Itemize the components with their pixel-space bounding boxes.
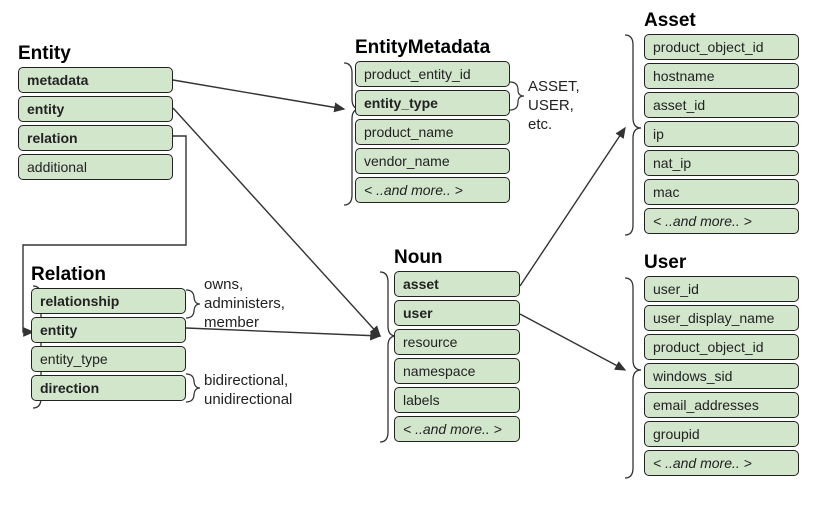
relation-title: Relation: [31, 264, 186, 286]
noun-row-labels: labels: [394, 387, 520, 413]
relation-row-entity-type: entity_type: [31, 346, 186, 372]
noun-box: Noun asset user resource namespace label…: [394, 247, 520, 445]
entity-box: Entity metadata entity relation addition…: [18, 43, 173, 183]
asset-row-asset-id: asset_id: [644, 92, 799, 118]
user-box: User user_id user_display_name product_o…: [644, 252, 799, 479]
asset-box: Asset product_object_id hostname asset_i…: [644, 10, 799, 237]
relation-row-entity: entity: [31, 317, 186, 343]
anno-entity-type: ASSET, USER, etc.: [528, 78, 580, 134]
entitymetadata-title: EntityMetadata: [355, 37, 510, 59]
entity-row-metadata: metadata: [18, 67, 173, 93]
em-row-product-name: product_name: [355, 119, 510, 145]
user-row-user-id: user_id: [644, 276, 799, 302]
noun-row-more: < ..and more.. >: [394, 416, 520, 442]
em-row-vendor-name: vendor_name: [355, 148, 510, 174]
user-row-groupid: groupid: [644, 421, 799, 447]
relation-row-relationship: relationship: [31, 288, 186, 314]
noun-title: Noun: [394, 247, 520, 269]
entitymetadata-box: EntityMetadata product_entity_id entity_…: [355, 37, 510, 206]
asset-row-more: < ..and more.. >: [644, 208, 799, 234]
asset-row-hostname: hostname: [644, 63, 799, 89]
noun-row-asset: asset: [394, 271, 520, 297]
noun-row-namespace: namespace: [394, 358, 520, 384]
user-row-product-object-id: product_object_id: [644, 334, 799, 360]
asset-row-product-object-id: product_object_id: [644, 34, 799, 60]
em-row-more: < ..and more.. >: [355, 177, 510, 203]
relation-row-direction: direction: [31, 375, 186, 401]
noun-row-user: user: [394, 300, 520, 326]
user-row-email-addresses: email_addresses: [644, 392, 799, 418]
entity-row-entity: entity: [18, 96, 173, 122]
asset-row-mac: mac: [644, 179, 799, 205]
user-row-windows-sid: windows_sid: [644, 363, 799, 389]
asset-row-nat-ip: nat_ip: [644, 150, 799, 176]
anno-relationship: owns, administers, member: [204, 276, 285, 332]
em-row-product-entity-id: product_entity_id: [355, 61, 510, 87]
anno-direction: bidirectional, unidirectional: [204, 372, 292, 410]
relation-box: Relation relationship entity entity_type…: [31, 264, 186, 404]
asset-row-ip: ip: [644, 121, 799, 147]
user-row-user-display-name: user_display_name: [644, 305, 799, 331]
user-row-more: < ..and more.. >: [644, 450, 799, 476]
entity-row-relation: relation: [18, 125, 173, 151]
asset-title: Asset: [644, 10, 799, 32]
em-row-entity-type: entity_type: [355, 90, 510, 116]
entity-title: Entity: [18, 43, 173, 65]
user-title: User: [644, 252, 799, 274]
entity-row-additional: additional: [18, 154, 173, 180]
noun-row-resource: resource: [394, 329, 520, 355]
